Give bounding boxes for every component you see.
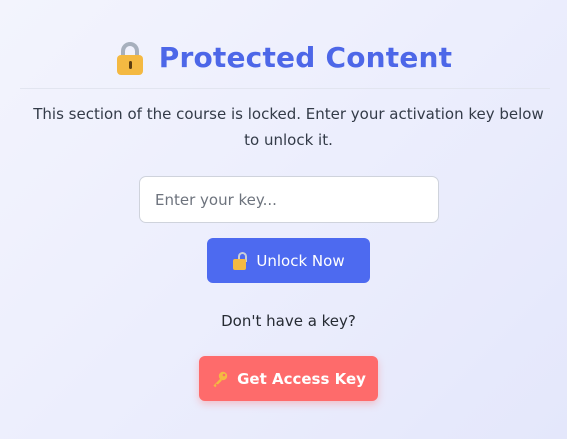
open-lock-body: [233, 258, 247, 270]
no-key-prompt: Don't have a key?: [221, 312, 356, 330]
unlock-now-label: Unlock Now: [256, 251, 345, 270]
lock-keyhole: [128, 61, 132, 69]
get-access-key-label: Get Access Key: [237, 369, 366, 388]
lock-icon: [115, 40, 145, 76]
title-divider: [20, 88, 550, 89]
activation-key-input[interactable]: [139, 176, 439, 223]
key-icon: [211, 370, 229, 388]
lock-body: [116, 55, 143, 75]
page-header: Protected Content: [0, 34, 567, 80]
open-lock-icon: [232, 251, 248, 270]
get-access-key-button[interactable]: Get Access Key: [199, 356, 378, 401]
locked-description: This section of the course is locked. En…: [33, 105, 544, 149]
unlock-now-button[interactable]: Unlock Now: [207, 238, 370, 283]
page-title: Protected Content: [158, 40, 453, 74]
